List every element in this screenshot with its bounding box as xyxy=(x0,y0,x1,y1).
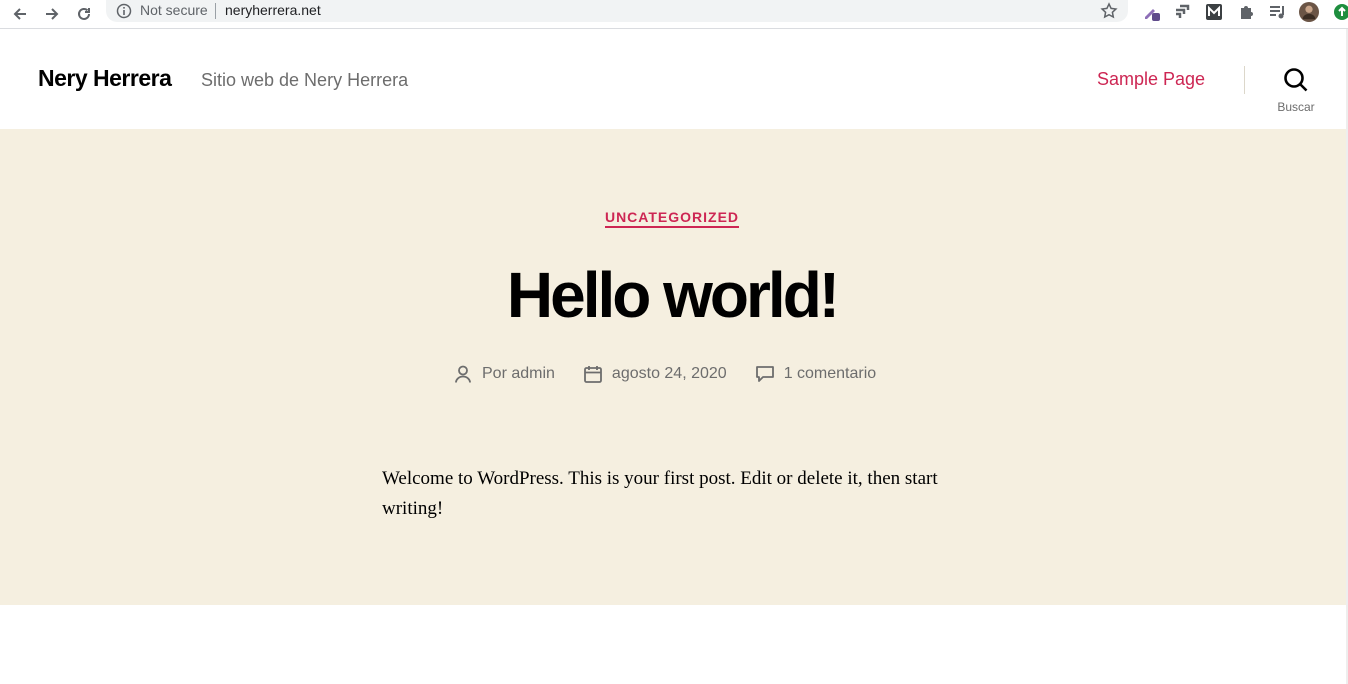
omnibox-divider xyxy=(215,3,216,19)
back-button[interactable] xyxy=(8,2,32,26)
browser-toolbar: Not secure neryherrera.net xyxy=(0,0,1348,29)
search-icon xyxy=(1284,68,1308,92)
security-status[interactable]: Not secure xyxy=(140,2,208,18)
info-icon[interactable] xyxy=(116,3,132,19)
extension-arrows-icon[interactable] xyxy=(1172,2,1192,22)
comments-link[interactable]: 1 comentario xyxy=(784,365,877,383)
forward-arrow-icon xyxy=(46,8,59,20)
site-header: Nery Herrera Sitio web de Nery Herrera S… xyxy=(0,29,1348,129)
post-meta: Por admin agosto 24, 2020 1 comentario xyxy=(453,362,904,386)
bookmark-star-icon[interactable] xyxy=(1100,2,1118,20)
nav-link-sample-page[interactable]: Sample Page xyxy=(1097,69,1205,90)
search-label: Buscar xyxy=(1277,100,1315,114)
forward-button[interactable] xyxy=(40,2,64,26)
site-title[interactable]: Nery Herrera xyxy=(38,65,172,92)
post-author: Por admin xyxy=(453,364,555,384)
post-date: agosto 24, 2020 xyxy=(583,364,727,384)
calendar-icon xyxy=(584,366,602,383)
reload-icon xyxy=(78,7,90,20)
site-description: Sitio web de Nery Herrera xyxy=(201,70,409,90)
user-icon xyxy=(455,365,471,383)
extensions-puzzle-icon[interactable] xyxy=(1236,2,1256,22)
author-link[interactable]: Por admin xyxy=(482,365,555,383)
extension-m-icon[interactable] xyxy=(1204,2,1224,22)
search-toggle-button[interactable]: Buscar xyxy=(1266,67,1326,115)
post-content: Welcome to WordPress. This is your first… xyxy=(382,468,938,519)
header-divider xyxy=(1244,66,1245,94)
reading-list-icon[interactable] xyxy=(1267,2,1287,22)
extension-eyedropper-icon[interactable] xyxy=(1142,2,1162,22)
category-link[interactable]: UNCATEGORIZED xyxy=(604,209,740,228)
url-text[interactable]: neryherrera.net xyxy=(225,2,321,18)
post-header: UNCATEGORIZED Hello world! Por admin ago… xyxy=(0,129,1348,605)
date-link[interactable]: agosto 24, 2020 xyxy=(612,365,727,383)
profile-avatar[interactable] xyxy=(1299,2,1319,22)
address-bar[interactable]: Not secure neryherrera.net xyxy=(106,0,1128,22)
post-comments: 1 comentario xyxy=(755,364,877,384)
post-category: UNCATEGORIZED xyxy=(0,209,1344,228)
update-icon[interactable] xyxy=(1332,2,1348,22)
reload-button[interactable] xyxy=(72,2,96,26)
comment-icon xyxy=(755,366,774,382)
post-title: Hello world! xyxy=(506,259,840,331)
back-arrow-icon xyxy=(13,8,26,20)
